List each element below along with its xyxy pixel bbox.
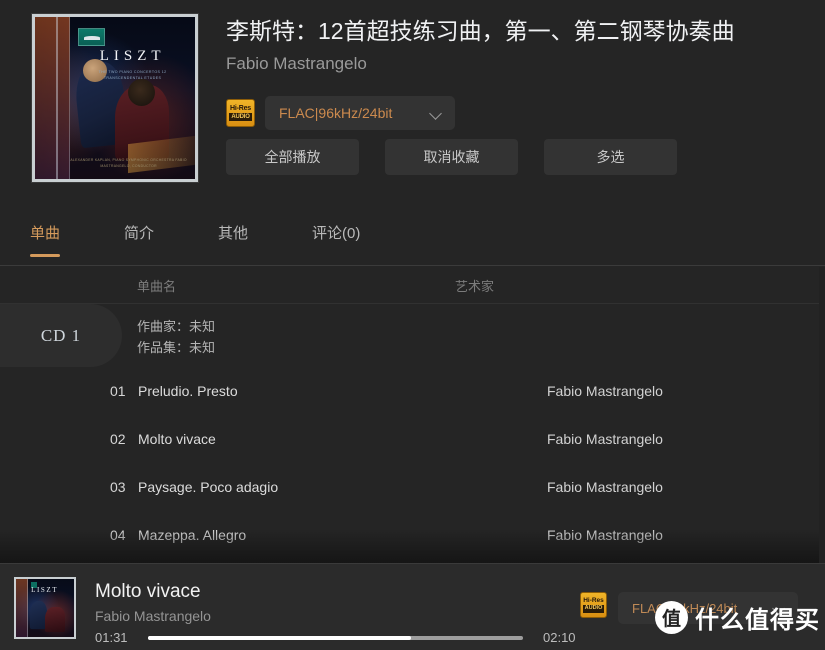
hi-res-audio-badge-icon: Hi-Res AUDIO bbox=[226, 99, 255, 127]
hi-res-badge-top: Hi-Res bbox=[230, 105, 251, 112]
album-cover[interactable]: LISZT THE TWO PIANO CONCERTOS 12 TRANSCE… bbox=[32, 14, 198, 182]
album-artist: Fabio Mastrangelo bbox=[226, 54, 367, 73]
tab-other[interactable]: 其他 bbox=[218, 218, 248, 257]
album-header: LISZT THE TWO PIANO CONCERTOS 12 TRANSCE… bbox=[0, 0, 825, 210]
tab-comments[interactable]: 评论(0) bbox=[312, 218, 360, 257]
table-row[interactable]: 03 Paysage. Poco adagio Fabio Mastrangel… bbox=[0, 463, 825, 511]
track-artist: Fabio Mastrangelo bbox=[547, 527, 663, 543]
track-list: 单曲名 艺术家 CD 1 作曲家：未知 作品集：未知 01 Preludio. … bbox=[0, 267, 825, 563]
scrollbar[interactable] bbox=[819, 267, 825, 563]
cover-performer-two-head bbox=[127, 78, 155, 107]
track-number: 03 bbox=[110, 479, 126, 495]
track-artist: Fabio Mastrangelo bbox=[547, 431, 663, 447]
track-number: 02 bbox=[110, 431, 126, 447]
player-format-select[interactable]: FLAC|96kHz/24bit bbox=[618, 592, 798, 624]
track-name: Mazeppa. Allegro bbox=[138, 527, 247, 543]
track-artist: Fabio Mastrangelo bbox=[547, 479, 663, 495]
track-name: Molto vivace bbox=[138, 431, 216, 447]
column-header-name: 单曲名 bbox=[137, 278, 177, 294]
now-playing-title: Molto vivace bbox=[95, 581, 201, 602]
table-row[interactable]: 02 Molto vivace Fabio Mastrangelo bbox=[0, 415, 825, 463]
player-hi-res-badge-bottom: AUDIO bbox=[582, 605, 605, 613]
disc-row: CD 1 作曲家：未知 作品集：未知 bbox=[0, 304, 825, 367]
album-cover-art: LISZT THE TWO PIANO CONCERTOS 12 TRANSCE… bbox=[35, 17, 195, 179]
total-time: 02:10 bbox=[543, 630, 576, 645]
disc-badge: CD 1 bbox=[0, 304, 122, 367]
play-all-button[interactable]: 全部播放 bbox=[226, 139, 359, 175]
page-title: 李斯特：12首超技练习曲，第一、第二钢琴协奏曲 bbox=[226, 18, 735, 44]
label-logo-icon bbox=[78, 28, 106, 47]
cover-subtitle: THE TWO PIANO CONCERTOS 12 TRANSCENDENTA… bbox=[98, 70, 167, 81]
table-row[interactable]: 01 Preludio. Presto Fabio Mastrangelo bbox=[0, 367, 825, 415]
player-hi-res-badge-top: Hi-Res bbox=[583, 596, 604, 604]
track-number: 01 bbox=[110, 383, 126, 399]
format-select-value: FLAC|96kHz/24bit bbox=[279, 105, 393, 121]
tab-songs[interactable]: 单曲 bbox=[30, 218, 61, 257]
player-format-value: FLAC|96kHz/24bit bbox=[632, 600, 738, 616]
unfavorite-button[interactable]: 取消收藏 bbox=[385, 139, 518, 175]
cover-title: LISZT bbox=[99, 47, 166, 64]
progress-slider[interactable] bbox=[148, 636, 523, 640]
cover-credits: ALEXANDER KAPLAN, PIANO SYMPHONIC ORCHES… bbox=[70, 157, 187, 168]
player-hi-res-audio-badge-icon: Hi-Res AUDIO bbox=[580, 592, 607, 618]
disc-composer: 作曲家：未知 bbox=[137, 319, 216, 334]
track-name: Preludio. Presto bbox=[138, 383, 238, 399]
album-actions: 全部播放 取消收藏 多选 bbox=[226, 139, 677, 175]
player-cover-art: LISZT bbox=[16, 579, 74, 637]
progress-fill bbox=[148, 636, 411, 640]
tab-bar: 单曲 简介 其他 评论(0) bbox=[0, 218, 825, 266]
cover-rail bbox=[55, 17, 58, 179]
album-detail-page: LISZT THE TWO PIANO CONCERTOS 12 TRANSCE… bbox=[0, 0, 825, 650]
current-time: 01:31 bbox=[95, 630, 128, 645]
format-row: Hi-Res AUDIO FLAC|96kHz/24bit bbox=[226, 96, 455, 130]
multiselect-button[interactable]: 多选 bbox=[544, 139, 677, 175]
disc-collection: 作品集：未知 bbox=[137, 340, 216, 355]
cover-left-strip bbox=[35, 17, 71, 179]
tab-intro[interactable]: 简介 bbox=[124, 218, 154, 257]
table-row[interactable]: 04 Mazeppa. Allegro Fabio Mastrangelo bbox=[0, 511, 825, 559]
disc-meta: 作曲家：未知 作品集：未知 bbox=[137, 316, 215, 358]
chevron-down-icon bbox=[430, 107, 443, 120]
track-number: 04 bbox=[110, 527, 126, 543]
disc-label: CD 1 bbox=[40, 325, 82, 345]
column-header-artist: 艺术家 bbox=[455, 278, 495, 294]
player-cover-title: LISZT bbox=[31, 585, 59, 594]
player-cover-strip bbox=[16, 579, 28, 637]
player-cover-performer-two bbox=[45, 606, 65, 633]
hi-res-badge-bottom: AUDIO bbox=[229, 113, 252, 121]
chevron-down-icon bbox=[773, 602, 786, 615]
track-name: Paysage. Poco adagio bbox=[138, 479, 279, 495]
track-list-header: 单曲名 艺术家 bbox=[0, 267, 825, 304]
now-playing-artist: Fabio Mastrangelo bbox=[95, 608, 211, 624]
track-artist: Fabio Mastrangelo bbox=[547, 383, 663, 399]
player-cover[interactable]: LISZT bbox=[14, 577, 76, 639]
format-select[interactable]: FLAC|96kHz/24bit bbox=[265, 96, 455, 130]
album-meta: 李斯特：12首超技练习曲，第一、第二钢琴协奏曲 Fabio Mastrangel… bbox=[226, 16, 809, 76]
